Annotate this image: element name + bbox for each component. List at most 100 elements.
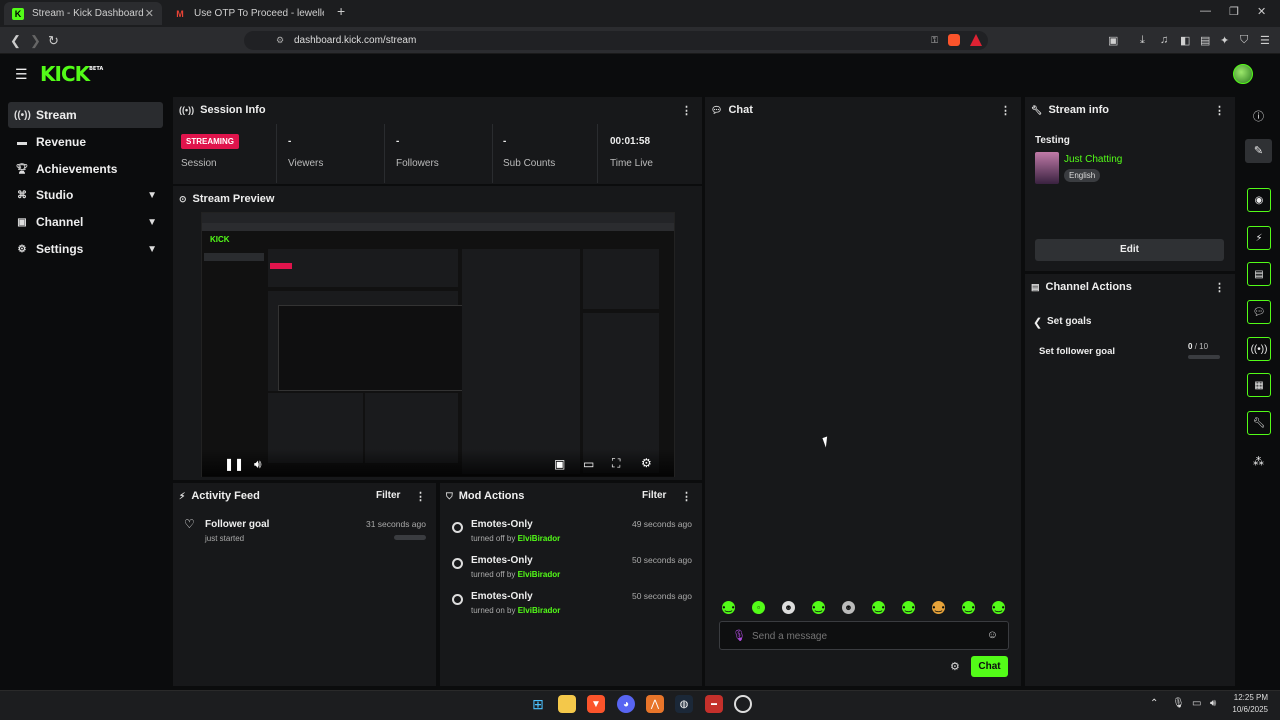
emote-icon[interactable]: ☻ bbox=[842, 601, 855, 614]
emote-icon[interactable]: •‿• bbox=[872, 601, 885, 614]
pause-icon[interactable]: ❚❚ bbox=[224, 457, 244, 471]
emoji-icon[interactable]: ☺ bbox=[987, 629, 998, 641]
chevron-down-icon: ▼ bbox=[147, 189, 157, 201]
close-window-icon[interactable]: ✕ bbox=[1257, 5, 1266, 18]
more-options-icon[interactable]: ⋮ bbox=[1000, 104, 1011, 117]
microphone-icon[interactable]: 🎙︎ bbox=[1172, 698, 1185, 709]
filter-button[interactable]: Filter bbox=[376, 490, 400, 501]
chevron-left-icon[interactable]: ❮ bbox=[1033, 316, 1042, 329]
key-icon[interactable]: ⚿ bbox=[931, 31, 938, 50]
set-follower-goal[interactable]: Set follower goal bbox=[1039, 346, 1115, 357]
volume-icon[interactable]: 🔊︎ bbox=[1210, 698, 1216, 709]
close-tab-icon[interactable]: ✕ bbox=[145, 7, 154, 20]
sidebar-item-studio[interactable]: ⌘ Studio ▼ bbox=[8, 182, 163, 208]
microphone-icon[interactable]: 🎙︎ bbox=[732, 629, 746, 642]
reload-icon[interactable]: ↻ bbox=[48, 33, 59, 49]
volume-icon[interactable]: 🔊︎ bbox=[254, 457, 262, 472]
more-options-icon[interactable]: ⋮ bbox=[681, 490, 692, 503]
network-icon[interactable]: ▭ bbox=[1192, 698, 1201, 709]
chevron-up-icon[interactable]: ⌃ bbox=[1150, 698, 1158, 709]
document-icon[interactable]: ▤ bbox=[1247, 262, 1271, 286]
music-icon[interactable]: ♫ bbox=[1160, 34, 1168, 46]
info-icon[interactable]: ⓘ bbox=[1253, 108, 1264, 124]
clip-icon[interactable]: ▣ bbox=[554, 457, 565, 471]
steam-icon[interactable]: ◍ bbox=[675, 695, 693, 713]
emote-icon[interactable]: ☻ bbox=[782, 601, 795, 614]
chat-input[interactable]: 🎙︎ ☺ bbox=[719, 621, 1009, 650]
browser-tab-kick[interactable]: K Stream - Kick Dashboard ✕ bbox=[4, 2, 162, 25]
browser-tab-gmail[interactable]: M Use OTP To Proceed - lewellevillo@g bbox=[166, 2, 330, 25]
edit-button[interactable]: Edit bbox=[1035, 239, 1224, 261]
brave-rewards-icon[interactable] bbox=[970, 34, 982, 46]
discord-icon[interactable]: ◕ bbox=[617, 695, 635, 713]
wallet-icon[interactable]: ▤ bbox=[1200, 34, 1210, 47]
new-tab-icon[interactable]: + bbox=[337, 3, 345, 19]
broadcast-icon[interactable]: ((•)) bbox=[1247, 337, 1271, 361]
layout-icon[interactable]: ▦ bbox=[1247, 373, 1271, 397]
sidebar-item-settings[interactable]: ⚙ Settings ▼ bbox=[8, 236, 163, 262]
connections-icon[interactable]: ⁂ bbox=[1253, 455, 1264, 468]
more-options-icon[interactable]: ⋮ bbox=[1214, 281, 1225, 294]
obs-icon[interactable] bbox=[734, 695, 752, 713]
theater-icon[interactable]: ▭ bbox=[583, 457, 594, 471]
brave-shields-icon[interactable] bbox=[948, 34, 960, 46]
session-stat: STREAMING Session bbox=[173, 124, 277, 183]
chevron-down-icon: ▼ bbox=[147, 216, 157, 228]
lightning-icon[interactable]: ⚡︎ bbox=[1247, 226, 1271, 250]
wrench-icon[interactable]: 🔧︎ bbox=[1247, 411, 1271, 435]
more-options-icon[interactable]: ⋮ bbox=[681, 104, 692, 117]
sidebar: ((•)) Stream ▬ Revenue 🏆︎ Achievements ⌘… bbox=[0, 94, 170, 690]
chat-message-field[interactable] bbox=[752, 627, 972, 645]
category-link[interactable]: Just Chatting bbox=[1064, 154, 1122, 165]
broadcast-icon: ((•)) bbox=[179, 105, 195, 115]
emote-icon[interactable]: •‿• bbox=[812, 601, 825, 614]
hamburger-icon[interactable]: ☰ bbox=[15, 66, 28, 83]
windows-start-icon[interactable]: ⊞ bbox=[529, 695, 547, 713]
menu-icon[interactable]: ☰ bbox=[1260, 34, 1270, 47]
chat-settings-icon[interactable]: ⚙ bbox=[950, 660, 960, 673]
kick-logo[interactable]: KICKBETA bbox=[40, 62, 103, 86]
emote-icon[interactable]: •‿• bbox=[992, 601, 1005, 614]
gmail-favicon-icon: M bbox=[176, 8, 184, 19]
stream-video[interactable]: KICK ❚❚ 🔊︎ ▣ ▭ ⛶ ⚙ bbox=[201, 212, 675, 477]
settings-gear-icon[interactable]: ⚙ bbox=[641, 456, 652, 470]
maximize-icon[interactable]: ❐ bbox=[1229, 5, 1239, 18]
emote-icon[interactable]: •‿• bbox=[902, 601, 915, 614]
camera-icon[interactable]: ◉ bbox=[1247, 188, 1271, 212]
list-item: Emotes-Only turned off by ElviBirador 50… bbox=[471, 555, 692, 579]
fullscreen-icon[interactable]: ⛶ bbox=[612, 456, 620, 471]
sidebar-item-channel[interactable]: ▣ Channel ▼ bbox=[8, 209, 163, 235]
app-icon[interactable]: ⋀ bbox=[646, 695, 664, 713]
emote-icon[interactable]: •‿• bbox=[932, 601, 945, 614]
back-icon[interactable]: ❮ bbox=[10, 33, 21, 49]
emote-icon[interactable]: •‿• bbox=[722, 601, 735, 614]
panel-icon[interactable]: ◧ bbox=[1180, 34, 1190, 47]
more-options-icon[interactable]: ⋮ bbox=[1214, 104, 1225, 117]
edit-pencil-icon[interactable]: ✎ bbox=[1245, 139, 1272, 163]
vpn-icon[interactable]: ⛉ bbox=[1240, 34, 1248, 47]
back-to-set-goals[interactable]: Set goals bbox=[1047, 316, 1091, 327]
sidebar-item-stream[interactable]: ((•)) Stream bbox=[8, 102, 163, 128]
url-field[interactable]: ⚙ dashboard.kick.com/stream ⚿ bbox=[244, 31, 988, 50]
send-chat-button[interactable]: Chat bbox=[971, 656, 1008, 677]
site-settings-icon[interactable]: ⚙ bbox=[276, 31, 284, 50]
minimize-icon[interactable]: — bbox=[1200, 5, 1211, 17]
sidebar-item-achievements[interactable]: 🏆︎ Achievements bbox=[8, 156, 163, 182]
emote-icon[interactable]: •‿• bbox=[962, 601, 975, 614]
clock[interactable]: 12:25 PM 10/6/2025 bbox=[1228, 693, 1268, 714]
more-options-icon[interactable]: ⋮ bbox=[415, 490, 426, 503]
file-explorer-icon[interactable] bbox=[558, 695, 576, 713]
broadcast-icon: ((•)) bbox=[14, 109, 31, 121]
leo-ai-icon[interactable]: ✦ bbox=[1220, 34, 1229, 47]
emote-icon[interactable]: ▫ bbox=[752, 601, 765, 614]
app-icon[interactable]: ▬ bbox=[705, 695, 723, 713]
sidebar-toggle-icon[interactable]: ▣ bbox=[1108, 34, 1118, 47]
sidebar-item-revenue[interactable]: ▬ Revenue bbox=[8, 129, 163, 155]
download-icon[interactable]: ⤓ bbox=[1140, 34, 1145, 47]
chat-bubble-icon[interactable]: 💬︎ bbox=[1247, 300, 1271, 324]
forward-icon[interactable]: ❯ bbox=[30, 33, 41, 49]
chat-bubble-icon: 💬︎ bbox=[711, 104, 723, 115]
filter-button[interactable]: Filter bbox=[642, 490, 666, 501]
brave-browser-icon[interactable]: ▼ bbox=[587, 695, 605, 713]
avatar[interactable] bbox=[1233, 64, 1253, 84]
